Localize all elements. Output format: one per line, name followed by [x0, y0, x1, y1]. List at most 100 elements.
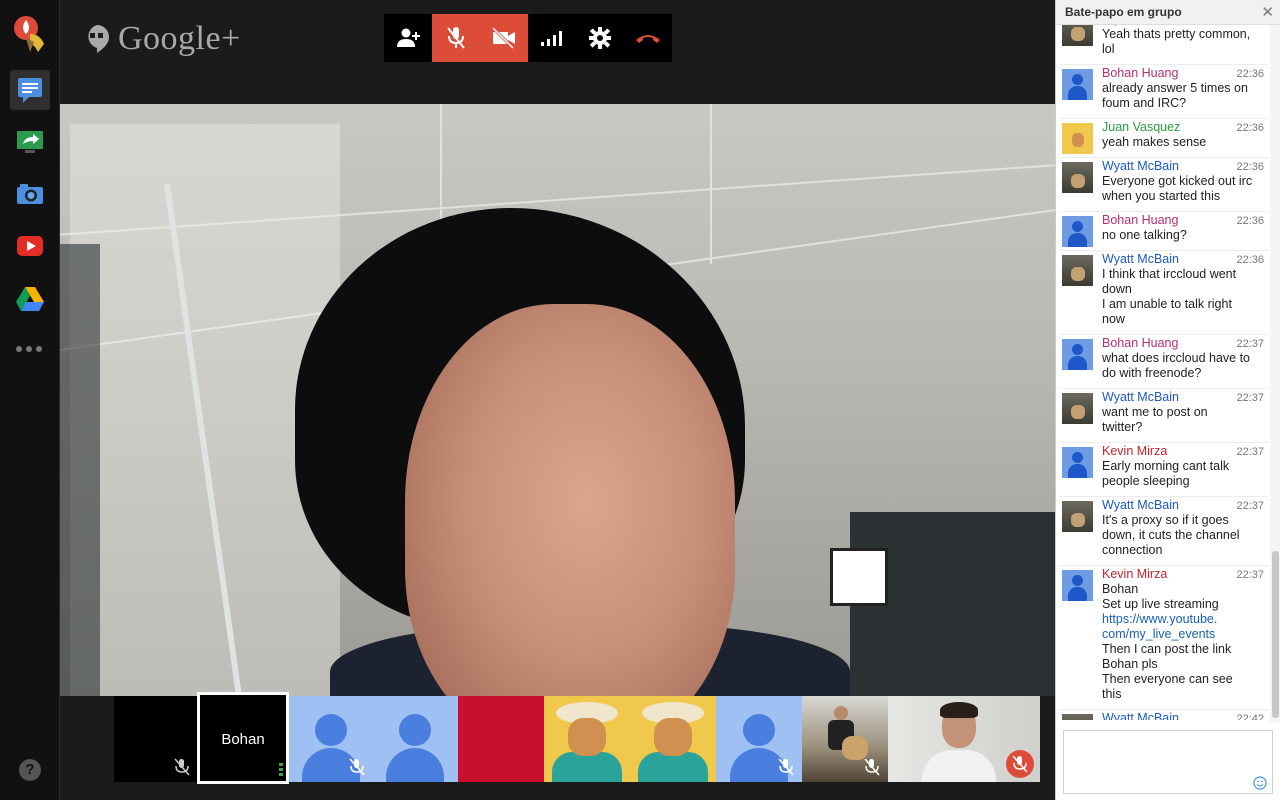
chat-title: Bate-papo em grupo	[1056, 0, 1280, 25]
mic-muted-badge	[1006, 750, 1034, 778]
participant-thumb-1[interactable]	[114, 696, 198, 782]
participant-name: Bohan	[221, 731, 265, 748]
mic-muted-icon	[349, 758, 365, 776]
message-text: now	[1102, 312, 1125, 326]
participant-thumb-5[interactable]	[458, 696, 544, 782]
message-text: twitter?	[1102, 420, 1143, 434]
message-text: Then everyone can see	[1102, 672, 1233, 686]
message-timestamp: 22:36	[1236, 122, 1264, 134]
youtube-icon[interactable]	[10, 226, 50, 266]
brand-name: Google+	[118, 20, 241, 57]
message-text: want me to post on	[1102, 405, 1208, 419]
message-text: I am unable to talk right	[1102, 297, 1232, 311]
hang-up-icon	[636, 35, 660, 43]
avatar[interactable]	[1062, 25, 1093, 46]
message-text: what does irccloud have to	[1102, 351, 1251, 365]
message-text: Early morning cant talk	[1102, 459, 1230, 473]
message-text: already answer 5 times on	[1102, 81, 1248, 95]
app-rail: ?	[0, 0, 60, 800]
message-timestamp: 22:36	[1236, 161, 1264, 173]
avatar[interactable]	[1062, 501, 1093, 532]
mute-mic-icon	[447, 27, 465, 49]
main-video	[60, 104, 1055, 696]
bandwidth-icon	[541, 31, 562, 46]
avatar[interactable]	[1062, 393, 1093, 424]
message-text: down, it cuts the channel	[1102, 528, 1240, 542]
bandwidth-button[interactable]	[528, 14, 576, 62]
mic-muted-icon	[1012, 755, 1028, 773]
hangouts-window: ? Google+ Bohan Bate-papo em grupo ✕ Yea…	[0, 0, 1280, 800]
avatar[interactable]	[1062, 714, 1093, 720]
mic-muted-icon	[778, 758, 794, 776]
message-text: Everyone got kicked out irc	[1102, 174, 1253, 188]
message-timestamp: 22:37	[1236, 446, 1264, 458]
chat-message: Kevin Mirza Bohan Set up live streaming htt…	[1060, 566, 1268, 710]
chat-message: Wyatt McBain I think that irccloud went do…	[1060, 251, 1268, 335]
avatar[interactable]	[1062, 216, 1093, 247]
chat-message: Bohan Huang no one talking? 22:36	[1060, 212, 1268, 251]
mute-mic-button[interactable]	[432, 14, 480, 62]
message-text: Yeah thats pretty common,	[1102, 27, 1251, 41]
chat-message: Kevin Mirza Early morning cant talk people…	[1060, 443, 1268, 497]
avatar[interactable]	[1062, 69, 1093, 100]
avatar[interactable]	[1062, 255, 1093, 286]
capture-icon[interactable]	[10, 174, 50, 214]
close-icon[interactable]: ✕	[1261, 3, 1274, 21]
message-text: people sleeping	[1102, 474, 1190, 488]
participant-filmstrip: Bohan	[60, 692, 1055, 800]
mute-video-button[interactable]	[480, 14, 528, 62]
emoji-icon[interactable]	[1253, 776, 1267, 790]
chat-icon[interactable]	[10, 70, 50, 110]
scrollbar-thumb[interactable]	[1272, 551, 1279, 718]
invite-people-button[interactable]	[384, 14, 432, 62]
message-text: lol	[1102, 42, 1115, 56]
screenshare-icon[interactable]	[10, 122, 50, 162]
wall-picture	[830, 548, 888, 606]
participant-thumb-juan-2[interactable]	[630, 696, 716, 782]
message-text: I think that irccloud went	[1102, 267, 1237, 281]
participant-thumb-juan[interactable]	[544, 696, 630, 782]
message-timestamp: 22:36	[1236, 68, 1264, 80]
avatar[interactable]	[1062, 570, 1093, 601]
participant-thumb-kevin[interactable]	[888, 696, 1040, 782]
person-face	[405, 304, 735, 696]
participant-thumb-3[interactable]	[289, 696, 373, 782]
settings-button[interactable]	[576, 14, 624, 62]
message-timestamp: 22:36	[1236, 254, 1264, 266]
chat-message: Wyatt McBain It's a proxy so if it goes do…	[1060, 497, 1268, 566]
message-text[interactable]: com/my_live_events	[1102, 627, 1262, 642]
help-icon[interactable]: ?	[19, 759, 41, 781]
message-text: yeah makes sense	[1102, 135, 1207, 149]
message-text: do with freenode?	[1102, 366, 1202, 380]
message-text: foum and IRC?	[1102, 96, 1187, 110]
message-timestamp: 22:37	[1236, 392, 1264, 404]
avatar[interactable]	[1062, 447, 1093, 478]
settings-icon	[589, 27, 611, 49]
chat-message: Wyatt McBain want me to post on twitter? 22…	[1060, 389, 1268, 443]
hang-up-button[interactable]	[624, 14, 672, 62]
message-timestamp: 22:36	[1236, 25, 1264, 26]
message-text: no one talking?	[1102, 228, 1187, 242]
brand: Google+	[84, 20, 241, 58]
more-apps-icon[interactable]	[16, 346, 42, 352]
avatar[interactable]	[1062, 162, 1093, 193]
hangouts-quote-icon	[88, 25, 109, 53]
message-text: connection	[1102, 543, 1163, 557]
participant-thumb-bohan[interactable]: Bohan	[197, 692, 289, 784]
message-text: this	[1102, 687, 1122, 701]
participant-thumb-wyatt[interactable]	[802, 696, 888, 782]
chat-message: Juan Vasquez yeah makes sense 22:36	[1060, 119, 1268, 158]
hangouts-logo-icon[interactable]	[10, 14, 50, 54]
chat-message: Wyatt McBain Everyone got kicked out irc w…	[1060, 158, 1268, 212]
chat-input[interactable]	[1063, 730, 1273, 794]
participant-thumb-4[interactable]	[373, 696, 458, 782]
message-text[interactable]: https://www.youtube.	[1102, 612, 1262, 627]
message-text: Bohan pls	[1102, 657, 1158, 671]
message-text: when you started this	[1102, 189, 1221, 203]
participant-thumb-8[interactable]	[716, 696, 802, 782]
message-timestamp: 22:37	[1236, 569, 1264, 581]
drive-icon[interactable]	[10, 278, 50, 318]
avatar[interactable]	[1062, 123, 1093, 154]
chat-scrollbar[interactable]	[1270, 25, 1280, 722]
avatar[interactable]	[1062, 339, 1093, 370]
